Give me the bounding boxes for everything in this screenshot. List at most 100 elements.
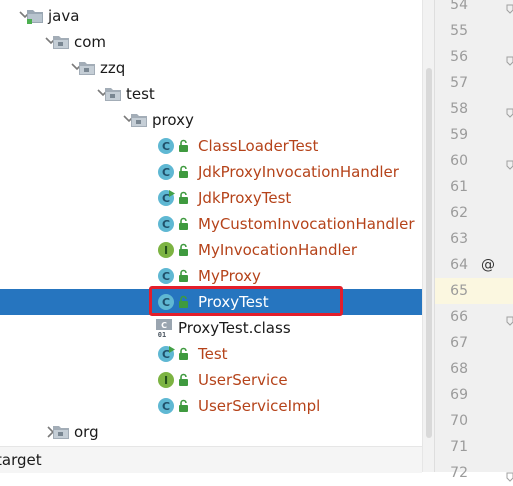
annotation-marker-icon: @ [481, 257, 495, 273]
editor-gutter: 54 55 56 57 58 59 60 61 62 63 64 @65 66 67 68 69 70 71 72 [434, 0, 513, 482]
gutter-line[interactable]: 64 @ [435, 252, 513, 278]
tree-folder-row[interactable]: com [0, 29, 422, 55]
tree-file-label: JdkProxyTest [198, 189, 292, 207]
source-folder-icon [26, 7, 44, 25]
lock-icon [178, 165, 196, 183]
gutter-line[interactable]: 66 [435, 304, 513, 330]
runnable-class-icon: C [157, 345, 175, 363]
line-number: 63 [450, 231, 468, 247]
gutter-line[interactable]: 69 [435, 382, 513, 408]
gutter-line[interactable]: 60 [435, 148, 513, 174]
line-number: 58 [450, 101, 468, 117]
tree-file-label: MyInvocationHandler [198, 241, 358, 259]
class-icon: C [157, 215, 175, 233]
tree-folder-label: zzq [100, 59, 126, 77]
fold-marker-icon[interactable] [506, 0, 513, 14]
line-number: 68 [450, 361, 468, 377]
gutter-line[interactable]: 62 [435, 200, 513, 226]
gutter-line[interactable]: 65 [435, 278, 513, 304]
tree-file-row[interactable]: C MyCustomInvocationHandler [0, 211, 422, 237]
runnable-class-icon: C [157, 189, 175, 207]
tree-folder-row[interactable]: zzq [0, 55, 422, 81]
line-number: 70 [450, 413, 468, 429]
tree-folder-label: org [74, 423, 99, 441]
fold-marker-icon[interactable] [506, 156, 513, 170]
tree-file-label: JdkProxyInvocationHandler [198, 163, 399, 181]
tree-footer-label: target [0, 451, 42, 469]
line-number: 64 [450, 257, 468, 273]
gutter-line[interactable]: 67 [435, 330, 513, 356]
lock-icon [178, 217, 196, 235]
package-folder-icon [130, 111, 148, 129]
tree-footer-row[interactable]: target [0, 446, 422, 473]
svg-text:I: I [164, 374, 168, 387]
package-folder-icon [78, 59, 96, 77]
tree-folder-row[interactable]: java [0, 3, 422, 29]
line-number: 65 [450, 283, 468, 299]
gutter-line[interactable]: 54 [435, 0, 513, 18]
line-number: 55 [450, 23, 468, 39]
tree-folder-label: test [126, 85, 155, 103]
tree-file-row[interactable]: C Test [0, 341, 422, 367]
tree-file-label: ProxyTest.class [178, 319, 291, 337]
package-folder-icon [52, 423, 70, 441]
svg-text:01: 01 [158, 331, 166, 337]
tree-folder-row[interactable]: proxy [0, 107, 422, 133]
tree-file-row[interactable]: C JdkProxyInvocationHandler [0, 159, 422, 185]
class-icon: C [157, 267, 175, 285]
gutter-line[interactable]: 58 [435, 96, 513, 122]
svg-text:C: C [162, 218, 170, 231]
line-number: 56 [450, 49, 468, 65]
tree-file-row[interactable]: C JdkProxyTest [0, 185, 422, 211]
svg-text:C: C [162, 270, 170, 283]
tree-file-row[interactable]: I MyInvocationHandler [0, 237, 422, 263]
package-folder-icon [104, 85, 122, 103]
line-number: 72 [450, 465, 468, 481]
tree-file-row[interactable]: C 01 ProxyTest.class [0, 315, 422, 341]
gutter-line[interactable]: 68 [435, 356, 513, 382]
fold-marker-icon[interactable] [506, 312, 513, 326]
tree-folder-row[interactable]: test [0, 81, 422, 107]
tree-folder-label: java [48, 7, 80, 25]
lock-icon [178, 347, 196, 365]
lock-icon [178, 269, 196, 287]
svg-text:C: C [162, 192, 170, 205]
tree-file-row[interactable]: C UserServiceImpl [0, 393, 422, 419]
gutter-line[interactable]: 70 [435, 408, 513, 434]
lock-icon [178, 139, 196, 157]
gutter-line[interactable]: 61 [435, 174, 513, 200]
line-number: 67 [450, 335, 468, 351]
gutter-line[interactable]: 56 [435, 44, 513, 70]
scrollbar-thumb[interactable] [426, 68, 432, 438]
line-number: 66 [450, 309, 468, 325]
tree-file-label: MyCustomInvocationHandler [198, 215, 415, 233]
line-number: 59 [450, 127, 468, 143]
svg-text:C: C [162, 166, 170, 179]
lock-icon [178, 191, 196, 209]
lock-icon [178, 243, 196, 261]
gutter-line[interactable]: 59 [435, 122, 513, 148]
gutter-line[interactable]: 57 [435, 70, 513, 96]
gutter-line[interactable]: 72 [435, 460, 513, 486]
fold-marker-icon[interactable] [506, 468, 513, 482]
gutter-line[interactable]: 63 [435, 226, 513, 252]
tree-file-row[interactable]: I UserService [0, 367, 422, 393]
lock-icon [178, 399, 196, 417]
tree-file-label: Test [198, 345, 228, 363]
fold-marker-icon[interactable] [506, 104, 513, 118]
svg-text:I: I [164, 244, 168, 257]
tree-folder-row[interactable]: org [0, 419, 422, 445]
gutter-line[interactable]: 71 [435, 434, 513, 460]
project-tree: java com zzq test proxy C ClassLoaderTest C JdkP… [0, 0, 422, 473]
tree-file-row[interactable]: C ClassLoaderTest [0, 133, 422, 159]
svg-text:C: C [162, 140, 170, 153]
package-folder-icon [52, 33, 70, 51]
selection-highlight-box [149, 286, 343, 316]
line-number: 61 [450, 179, 468, 195]
gutter-line[interactable]: 55 [435, 18, 513, 44]
fold-marker-icon[interactable] [506, 52, 513, 66]
svg-text:C: C [161, 321, 167, 330]
line-number: 62 [450, 205, 468, 221]
class-icon: C [157, 163, 175, 181]
svg-text:C: C [162, 348, 170, 361]
